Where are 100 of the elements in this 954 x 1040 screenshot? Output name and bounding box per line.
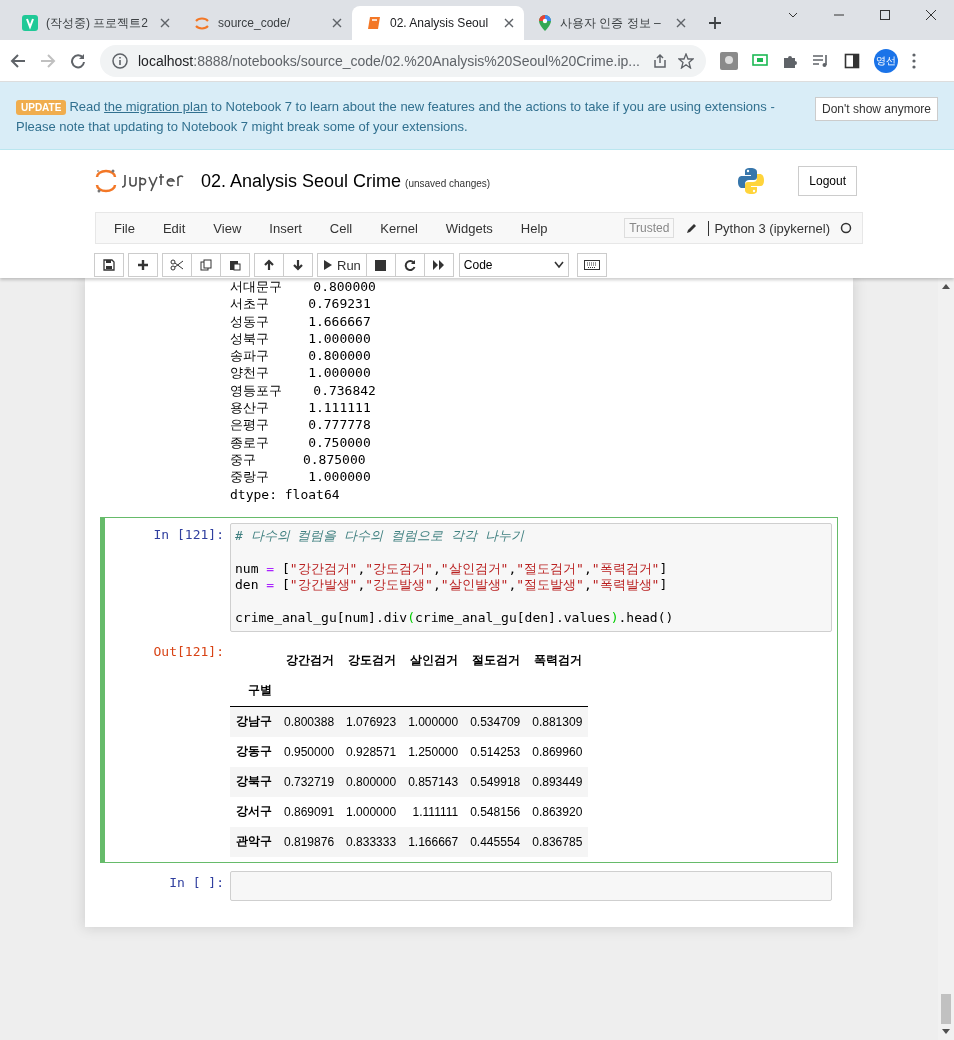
output-line: dtype: float64 xyxy=(230,485,341,503)
notebook-cell[interactable] xyxy=(100,516,838,863)
menu-item[interactable]: Kernel xyxy=(366,220,432,236)
output-line: 양천구 1.000000 xyxy=(230,364,372,382)
table-cell: 0.863920 xyxy=(526,796,589,827)
insert-cell-button[interactable] xyxy=(128,253,158,277)
jupyter-logo-icon xyxy=(194,15,210,31)
table-cell: 0.732719 xyxy=(278,766,341,797)
menu-item[interactable]: Widgets xyxy=(431,220,507,236)
code-input[interactable]: # 다수의 컬럼을 다수의 컬럼으로 각각 나누기 num = ["강간검거","강도검거","살인검거","절도검거","폭력검거"] den = ["강간발생","강도발생","살인발생","절도발생","폭력발생"] crime_anal_gu[num].div(crime_anal_gu[den].values).head() xyxy=(230,522,832,632)
url-text: localhost:8888/notebooks/source_code/02.%20Analysis%20Seoul%20Crime.ip... xyxy=(138,52,641,69)
back-arrow-icon[interactable] xyxy=(10,52,26,69)
run-button[interactable]: Run xyxy=(317,253,367,277)
screen-icon[interactable] xyxy=(752,53,768,68)
keyboard-button[interactable] xyxy=(576,253,607,277)
dont-show-button[interactable]: Don't show anymore xyxy=(815,97,938,121)
notebook-title[interactable]: 02. Analysis Seoul Crime xyxy=(201,170,402,192)
interrupt-button[interactable] xyxy=(365,253,396,277)
table-cell: 0.514253 xyxy=(464,736,527,767)
row-label: 강서구 xyxy=(230,796,278,827)
scroll-up-icon[interactable] xyxy=(942,283,950,289)
pencil-icon[interactable] xyxy=(686,222,699,234)
table-cell: 0.800000 xyxy=(340,766,403,797)
share-icon[interactable] xyxy=(652,52,668,69)
output-line: 중구 0.875000 xyxy=(230,450,367,469)
trusted-indicator[interactable]: Trusted xyxy=(624,218,675,238)
menu-item[interactable]: File xyxy=(100,220,149,236)
reload-icon[interactable] xyxy=(70,52,86,69)
playlist-icon[interactable] xyxy=(812,53,830,68)
close-icon[interactable] xyxy=(332,18,342,28)
fast-forward-icon xyxy=(432,259,446,271)
close-icon[interactable] xyxy=(160,18,170,28)
table-cell: 1.000000 xyxy=(402,706,465,737)
extension-thumbnail-icon[interactable] xyxy=(720,51,738,70)
browser-tab[interactable]: source_code/ xyxy=(180,6,352,40)
table-cell: 0.857143 xyxy=(402,766,465,797)
row-label: 관악구 xyxy=(230,826,278,857)
cut-button[interactable] xyxy=(162,253,192,277)
browser-tab[interactable]: 02. Analysis Seoul xyxy=(352,6,524,40)
close-icon[interactable] xyxy=(676,18,686,28)
code-line: num = ["강간검거","강도검거","살인검거","절도검거","폭력검거"] xyxy=(235,560,669,578)
output-line: 영등포구 0.736842 xyxy=(230,381,377,400)
output-prompt: Out[121]: xyxy=(152,642,225,659)
maximize-icon[interactable] xyxy=(879,9,891,21)
table-cell: 0.928571 xyxy=(340,736,403,767)
paste-button[interactable] xyxy=(220,253,250,277)
profile-avatar[interactable]: 영선 xyxy=(874,48,898,73)
info-icon xyxy=(112,52,128,69)
table-cell: 0.445554 xyxy=(464,826,527,857)
notebook-cell[interactable]: In [ ]: xyxy=(100,864,838,907)
stop-icon xyxy=(375,259,387,271)
close-icon[interactable] xyxy=(925,9,937,21)
address-bar[interactable]: localhost:8888/notebooks/source_code/02.%20Analysis%20Seoul%20Crime.ip... xyxy=(100,44,706,77)
table-cell: 1.111111 xyxy=(402,796,465,827)
table-cell: 1.250000 xyxy=(402,736,465,767)
output-line: 중랑구 1.000000 xyxy=(230,468,372,486)
column-header: 폭력검거 xyxy=(533,652,584,670)
plus-icon[interactable] xyxy=(708,16,722,30)
scroll-thumb[interactable] xyxy=(941,994,951,1024)
side-panel-icon[interactable] xyxy=(844,52,860,69)
update-badge: UPDATE xyxy=(16,100,67,115)
menu-item[interactable]: Cell xyxy=(315,220,367,236)
code-line: den = ["강간발생","강도발생","살인발생","절도발생","폭력발생"] xyxy=(235,577,669,594)
table-cell: 1.000000 xyxy=(340,796,403,827)
run-all-button[interactable] xyxy=(423,253,454,277)
keyboard-icon xyxy=(583,260,600,270)
more-menu-icon[interactable] xyxy=(912,52,916,69)
scroll-down-icon[interactable] xyxy=(942,1029,950,1035)
row-label: 강남구 xyxy=(230,706,278,737)
column-header: 강간검거 xyxy=(285,652,336,670)
menu-item[interactable]: Help xyxy=(506,220,562,236)
save-button[interactable] xyxy=(94,253,124,277)
kernel-name[interactable]: Python 3 (ipykernel) xyxy=(708,220,830,236)
menu-item[interactable]: Edit xyxy=(148,220,200,236)
menu-item[interactable]: View xyxy=(199,220,256,236)
table-cell: 0.534709 xyxy=(464,706,527,737)
code-input[interactable] xyxy=(230,870,832,901)
play-icon xyxy=(323,259,333,271)
move-up-button[interactable] xyxy=(254,253,284,277)
star-icon[interactable] xyxy=(678,52,694,69)
column-header: 절도검거 xyxy=(471,652,522,670)
plus-icon xyxy=(137,259,149,271)
close-icon[interactable] xyxy=(504,18,514,28)
migration-plan-link[interactable]: the migration plan xyxy=(104,99,208,114)
map-pin-icon xyxy=(538,14,552,32)
cell-type-dropdown[interactable]: Code xyxy=(458,253,569,277)
output-line: 은평구 0.777778 xyxy=(230,416,372,434)
table-cell: 0.833333 xyxy=(340,826,403,857)
kernel-idle-icon xyxy=(840,222,852,234)
menu-item[interactable]: Insert xyxy=(255,220,316,236)
move-down-button[interactable] xyxy=(283,253,313,277)
output-line: 성북구 1.000000 xyxy=(230,329,372,348)
save-status: (unsaved changes) xyxy=(405,177,491,189)
table-cell: 1.076923 xyxy=(340,706,403,737)
browser-tab[interactable]: (작성중) 프로젝트2 xyxy=(8,6,180,40)
logout-button[interactable]: Logout xyxy=(798,166,857,196)
browser-tab[interactable]: 사용자 인증 정보 – xyxy=(524,6,696,40)
output-line: 종로구 0.750000 xyxy=(230,433,372,451)
clipboard-icon xyxy=(229,259,241,271)
restart-button[interactable] xyxy=(394,253,425,277)
